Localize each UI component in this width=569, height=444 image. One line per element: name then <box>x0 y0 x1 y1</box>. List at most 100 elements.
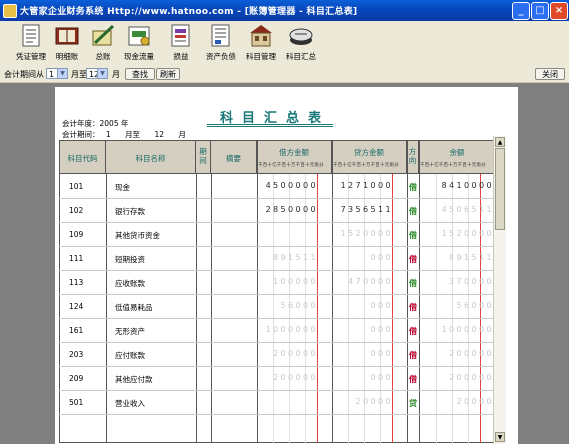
account-name: 营业收入 <box>115 399 145 408</box>
balance-amount: 4506511 <box>441 205 494 214</box>
refresh-button[interactable]: 刷新 <box>156 68 180 80</box>
window-title: 大管家企业财务系统 Http://www.hatnoo.com - [账簿管理器… <box>20 7 358 17</box>
period-label: 会计期间从 <box>4 70 44 79</box>
table-row[interactable]: 101 现金 4500000 1271000 借 8410000 <box>59 174 496 199</box>
debit-amount: 200000 <box>273 349 318 358</box>
account-name: 无形资产 <box>115 327 145 336</box>
direction: 借 <box>409 255 417 264</box>
table-row[interactable]: 111 短期投资 891511 000 借 891511 <box>59 246 496 271</box>
direction: 借 <box>409 207 417 216</box>
ledger-icon <box>53 23 81 49</box>
direction: 借 <box>409 351 417 360</box>
maximize-button[interactable]: □ <box>531 2 549 20</box>
credit-amount: 1520000 <box>340 229 393 238</box>
table-row[interactable]: 113 应收账款 100000 470000 借 370000 <box>59 270 496 295</box>
debit-amount: 56000 <box>280 301 318 310</box>
chevron-down-icon: ▼ <box>97 69 107 78</box>
scroll-up-icon[interactable]: ▲ <box>495 137 505 147</box>
toolbar-balance-sheet-button[interactable]: 资产负债 <box>200 23 242 67</box>
cashflow-icon <box>125 23 153 49</box>
general-ledger-icon <box>89 23 117 49</box>
table-row[interactable]: 124 低值易耗品 56000 000 借 56000 <box>59 294 496 319</box>
debit-amount: 4500000 <box>265 181 318 190</box>
report-paper: 科目汇总表 会计年度：2005 年 会计期间： 1 月至 12 月 科目代码 科… <box>55 87 518 444</box>
credit-amount: 000 <box>370 373 393 382</box>
table-row[interactable]: 102 银行存款 2850000 7356511 借 4506511 <box>59 198 496 223</box>
table-row[interactable]: 501 营业收入 20000 贷 20000 <box>59 390 496 415</box>
scroll-down-icon[interactable]: ▼ <box>495 432 505 442</box>
table-row[interactable]: 203 应付账款 200000 000 借 200000 <box>59 342 496 367</box>
toolbar-label: 科目管理 <box>246 52 276 61</box>
account-name: 低值易耗品 <box>115 303 153 312</box>
account-code: 113 <box>69 278 84 287</box>
table-row[interactable]: 161 无形资产 1000000 000 借 1000000 <box>59 318 496 343</box>
header-direction: 方向 <box>407 141 419 173</box>
direction: 借 <box>409 375 417 384</box>
balance-amount: 1520000 <box>441 229 494 238</box>
credit-amount: 7356511 <box>340 205 393 214</box>
to-month-select[interactable]: 12 ▼ <box>86 68 108 79</box>
account-name: 应付账款 <box>115 351 145 360</box>
table-row[interactable]: 109 其他货币资金 1520000 借 1520000 <box>59 222 496 247</box>
direction: 借 <box>409 303 417 312</box>
table-row[interactable]: 209 其他应付款 200000 000 借 200000 <box>59 366 496 391</box>
toolbar-label: 现金流量 <box>124 52 154 61</box>
title-underline-2 <box>207 126 333 127</box>
minimize-button[interactable]: _ <box>512 2 530 20</box>
direction: 借 <box>409 183 417 192</box>
direction: 贷 <box>409 399 417 408</box>
period-filter-bar: 会计期间从 1 ▼ 月至 12 ▼ 月 查找 刷新 关闭 <box>0 67 569 83</box>
debit-amount: 891511 <box>273 253 318 262</box>
account-code: 109 <box>69 230 84 239</box>
balance-amount: 20000 <box>456 397 494 406</box>
account-name: 应收账款 <box>115 279 145 288</box>
close-button[interactable]: 关闭 <box>535 68 565 80</box>
credit-digit-units: 千百十亿千百十万千百十元角分 <box>333 163 399 168</box>
toolbar-account-summary-button[interactable]: 科目汇总 <box>280 23 322 67</box>
header-period: 期间 <box>196 141 211 173</box>
balance-amount: 56000 <box>456 301 494 310</box>
account-name: 银行存款 <box>115 207 145 216</box>
title-underline <box>207 124 333 125</box>
account-code: 111 <box>69 254 84 263</box>
fiscal-year: 会计年度：2005 年 <box>62 119 129 128</box>
from-month-select[interactable]: 1 ▼ <box>46 68 68 79</box>
month-label: 月 <box>112 70 120 79</box>
header-abstract: 摘要 <box>211 141 257 173</box>
account-code: 124 <box>69 302 84 311</box>
toolbar-account-management-button[interactable]: 科目管理 <box>240 23 282 67</box>
credit-amount: 470000 <box>348 277 393 286</box>
account-code: 209 <box>69 374 84 383</box>
query-button[interactable]: 查找 <box>125 68 155 80</box>
debit-amount: 100000 <box>273 277 318 286</box>
balance-digit-units: 千百十亿千百十万千百十元角分 <box>420 163 486 168</box>
account-management-icon <box>247 23 275 49</box>
balance-amount: 200000 <box>449 373 494 382</box>
account-name: 现金 <box>115 183 130 192</box>
account-code: 501 <box>69 398 84 407</box>
report-workspace: 科目汇总表 会计年度：2005 年 会计期间： 1 月至 12 月 科目代码 科… <box>0 83 569 444</box>
toolbar-profit-loss-button[interactable]: 损益 <box>160 23 202 67</box>
toolbar-cashflow-button[interactable]: 现金流量 <box>118 23 160 67</box>
account-name: 其他应付款 <box>115 375 153 384</box>
scroll-thumb[interactable] <box>495 148 505 230</box>
voucher-icon <box>17 23 45 49</box>
toolbar-label: 损益 <box>173 52 189 61</box>
header-name: 科目名称 <box>106 141 196 173</box>
close-window-button[interactable]: × <box>550 2 568 20</box>
credit-amount: 000 <box>370 301 393 310</box>
month-to-label: 月至 <box>71 70 87 79</box>
credit-amount: 000 <box>370 349 393 358</box>
direction: 借 <box>409 327 417 336</box>
balance-amount: 200000 <box>449 349 494 358</box>
balance-sheet-icon <box>207 23 235 49</box>
header-code: 科目代码 <box>60 141 106 173</box>
debit-amount: 1000000 <box>265 325 318 334</box>
table-scrollbar[interactable]: ▲ ▼ <box>493 136 506 444</box>
summary-table: 科目代码 科目名称 期间 摘要 借方金额 贷方金额 方向 余额 千百十亿千百十万… <box>59 135 504 444</box>
account-code: 102 <box>69 206 84 215</box>
credit-amount: 000 <box>370 253 393 262</box>
main-toolbar: 凭证管理 明细账 总账 现金流量 损益 资产负债 科目管理 科目汇总 <box>0 21 569 68</box>
window-titlebar: 大管家企业财务系统 Http://www.hatnoo.com - [账簿管理器… <box>0 0 569 21</box>
credit-amount: 1271000 <box>340 181 393 190</box>
